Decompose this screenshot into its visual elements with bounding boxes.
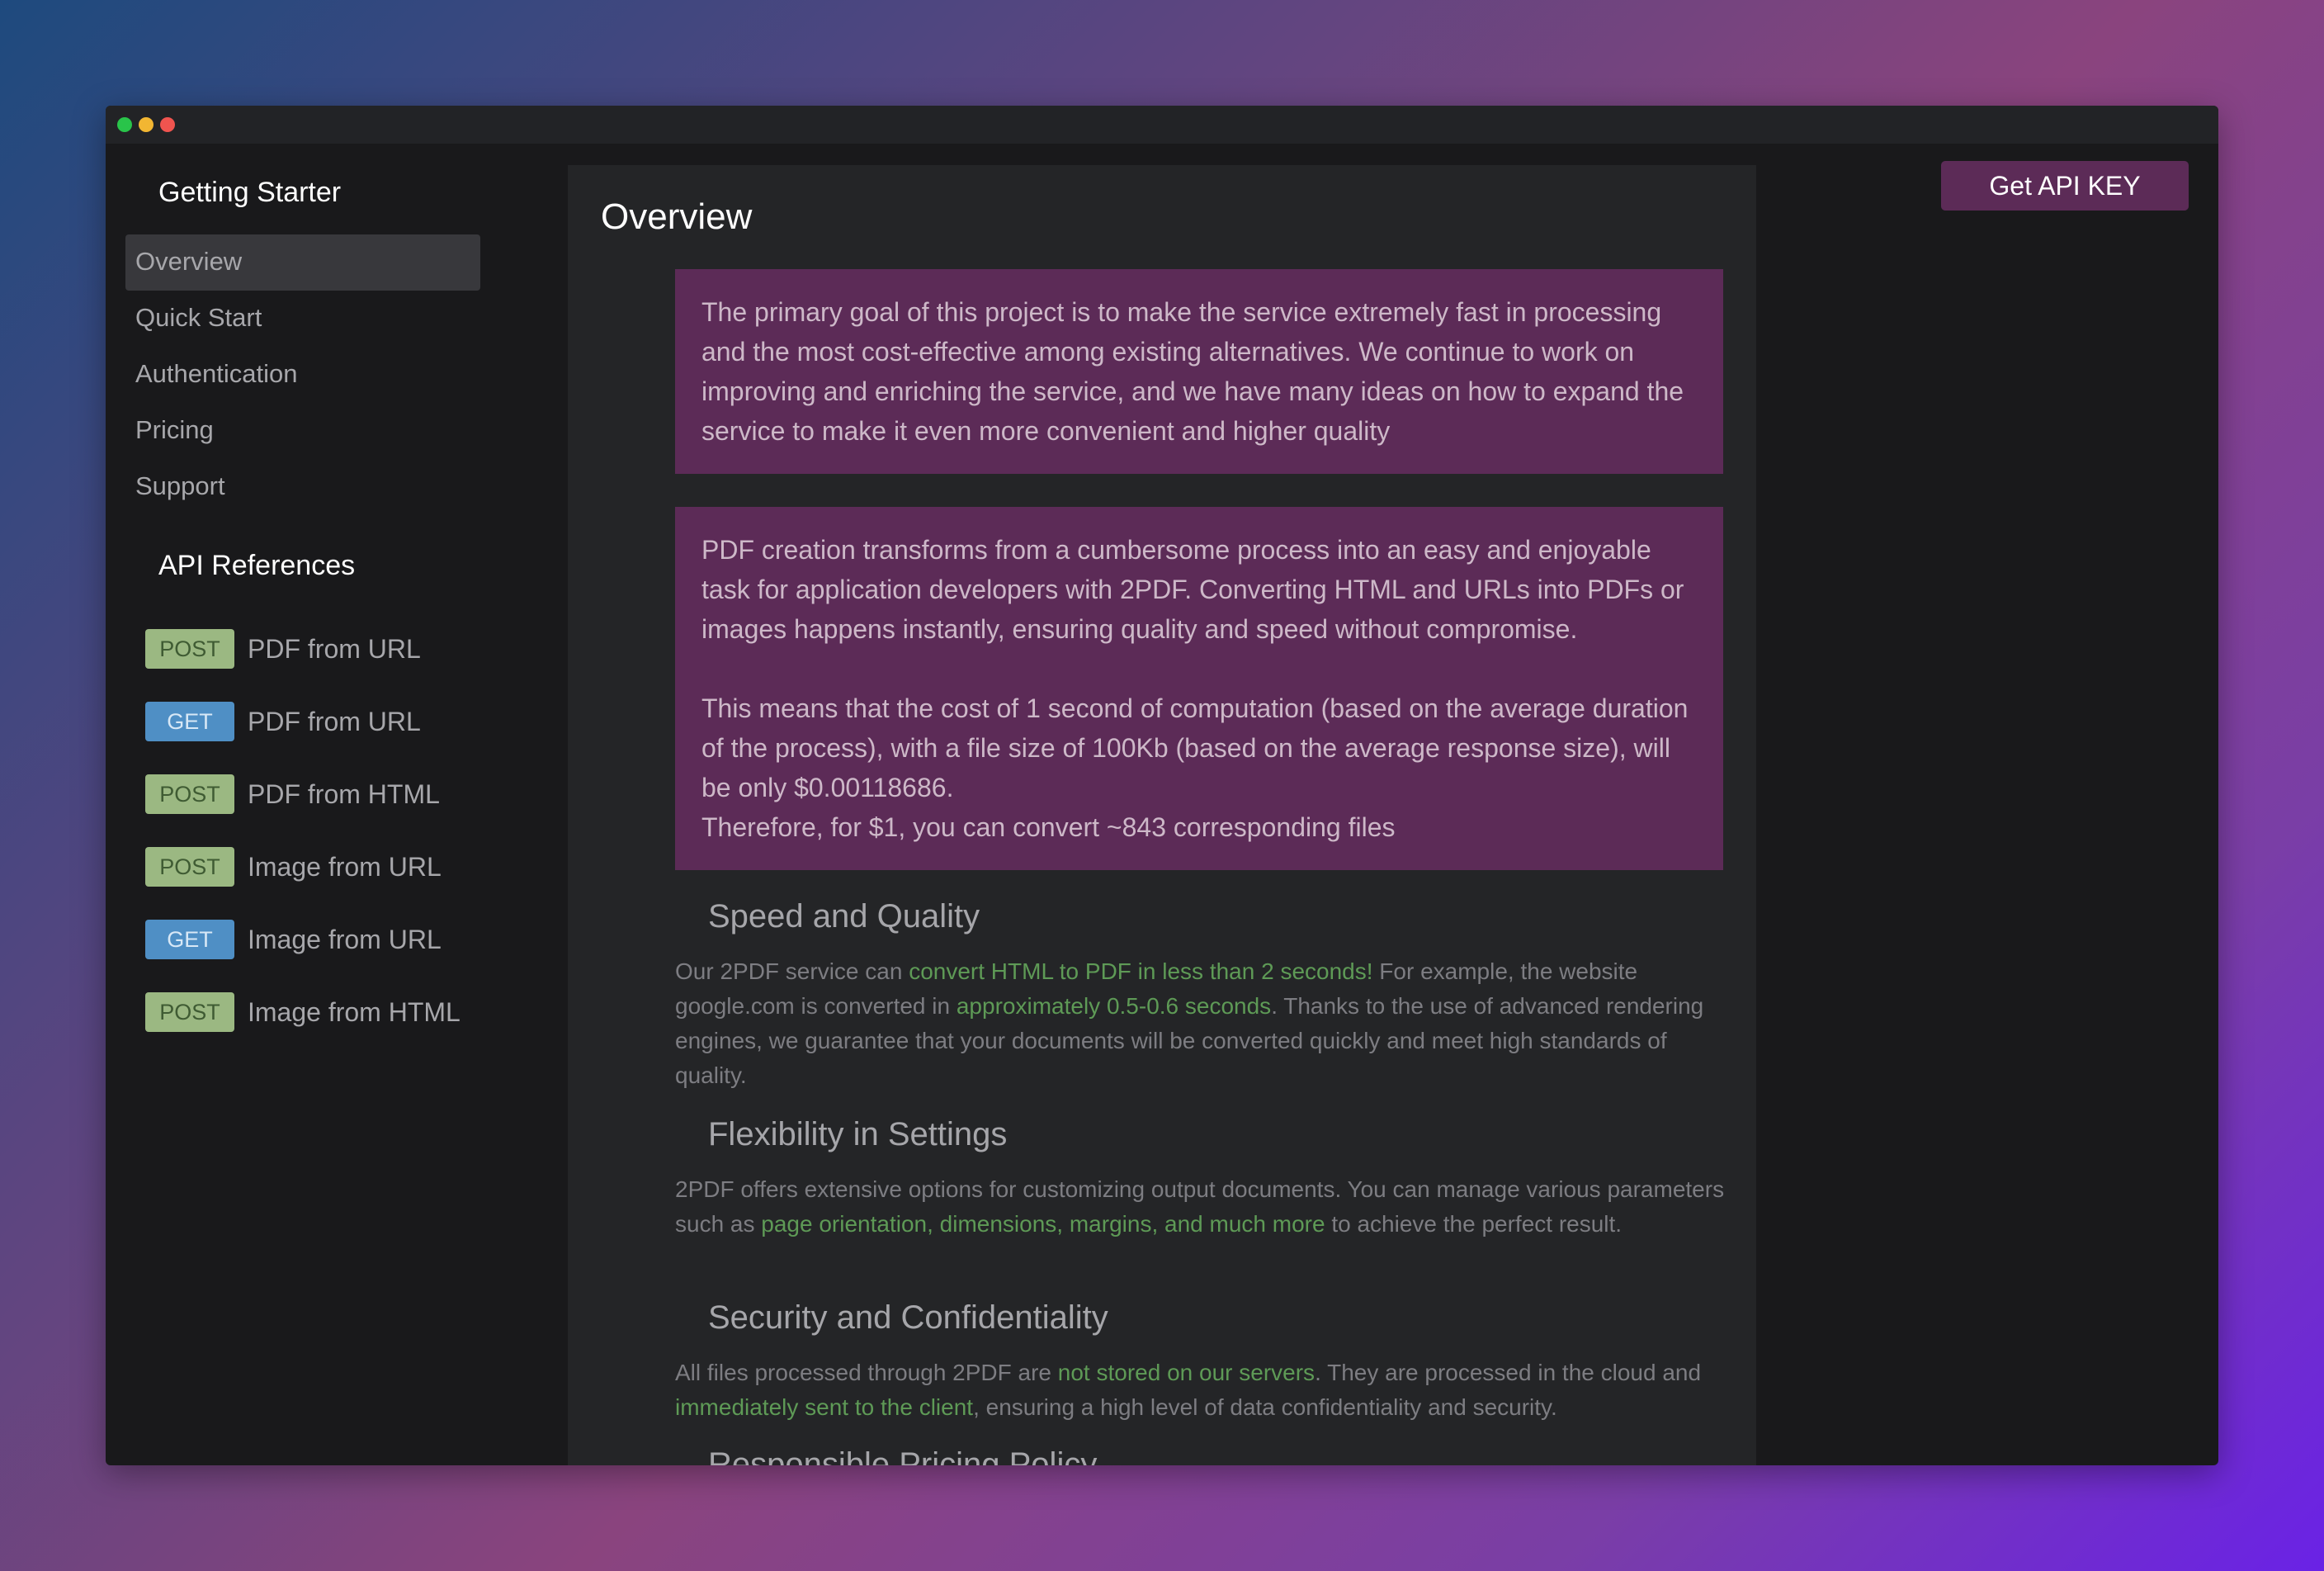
api-references-title: API References [158, 550, 356, 581]
pricing-callout: PDF creation transforms from a cumbersom… [675, 507, 1723, 870]
post-method-badge: POST [145, 774, 234, 814]
api-item-label: PDF from HTML [248, 778, 440, 809]
page-title: Overview [601, 196, 753, 237]
sidebar: Getting Starter Overview Quick Start Aut… [106, 144, 502, 1465]
api-item-post-pdf-from-html[interactable]: POST PDF from HTML [145, 774, 440, 814]
intro-callout: The primary goal of this project is to m… [675, 269, 1723, 474]
api-item-label: Image from URL [248, 851, 442, 882]
post-method-badge: POST [145, 847, 234, 887]
flexibility-heading: Flexibility in Settings [708, 1116, 1008, 1152]
get-api-key-button[interactable]: Get API KEY [1941, 161, 2189, 211]
highlight-text: convert HTML to PDF in less than 2 secon… [909, 958, 1373, 984]
intro-callout-text: The primary goal of this project is to m… [701, 297, 1684, 446]
pricing-callout-paragraph: Therefore, for $1, you can convert ~843 … [701, 812, 1396, 842]
api-item-get-image-from-url[interactable]: GET Image from URL [145, 920, 442, 959]
api-item-get-pdf-from-url[interactable]: GET PDF from URL [145, 702, 421, 741]
highlight-text: page orientation, dimensions, margins, a… [761, 1211, 1325, 1237]
highlight-text: immediately sent to the client [675, 1394, 974, 1420]
window-maximize-button[interactable] [117, 117, 132, 132]
flexibility-text: 2PDF offers extensive options for custom… [675, 1176, 1725, 1237]
highlight-text: not stored on our servers [1057, 1360, 1316, 1385]
get-method-badge: GET [145, 702, 234, 741]
api-item-label: PDF from URL [248, 706, 421, 736]
app-window: Getting Starter Overview Quick Start Aut… [106, 106, 2218, 1465]
sidebar-item-quick-start[interactable]: Quick Start [125, 291, 480, 347]
title-bar [106, 106, 2218, 144]
api-item-post-image-from-html[interactable]: POST Image from HTML [145, 992, 461, 1032]
highlight-text: approximately 0.5-0.6 seconds [956, 993, 1272, 1019]
window-close-button[interactable] [160, 117, 175, 132]
pricing-callout-paragraph: This means that the cost of 1 second of … [701, 693, 1689, 802]
security-text: All files processed through 2PDF are not… [675, 1360, 1702, 1420]
api-item-label: Image from HTML [248, 996, 461, 1027]
sidebar-item-overview[interactable]: Overview [125, 234, 480, 291]
sidebar-item-pricing[interactable]: Pricing [125, 403, 480, 459]
getting-started-title: Getting Starter [158, 177, 342, 208]
api-item-post-pdf-from-url[interactable]: POST PDF from URL [145, 629, 421, 669]
window-minimize-button[interactable] [139, 117, 154, 132]
sidebar-item-authentication[interactable]: Authentication [125, 347, 480, 403]
pricing-policy-heading: Responsible Pricing Policy [708, 1446, 1098, 1465]
post-method-badge: POST [145, 992, 234, 1032]
api-item-post-image-from-url[interactable]: POST Image from URL [145, 847, 442, 887]
api-item-label: PDF from URL [248, 633, 421, 664]
speed-quality-text: Our 2PDF service can convert HTML to PDF… [675, 958, 1704, 1088]
sidebar-item-support[interactable]: Support [125, 459, 480, 515]
main-content[interactable]: Overview The primary goal of this projec… [568, 165, 1756, 1465]
api-item-label: Image from URL [248, 924, 442, 954]
get-method-badge: GET [145, 920, 234, 959]
security-heading: Security and Confidentiality [708, 1299, 1108, 1336]
pricing-callout-paragraph: PDF creation transforms from a cumbersom… [701, 535, 1684, 644]
speed-quality-heading: Speed and Quality [708, 898, 980, 935]
post-method-badge: POST [145, 629, 234, 669]
